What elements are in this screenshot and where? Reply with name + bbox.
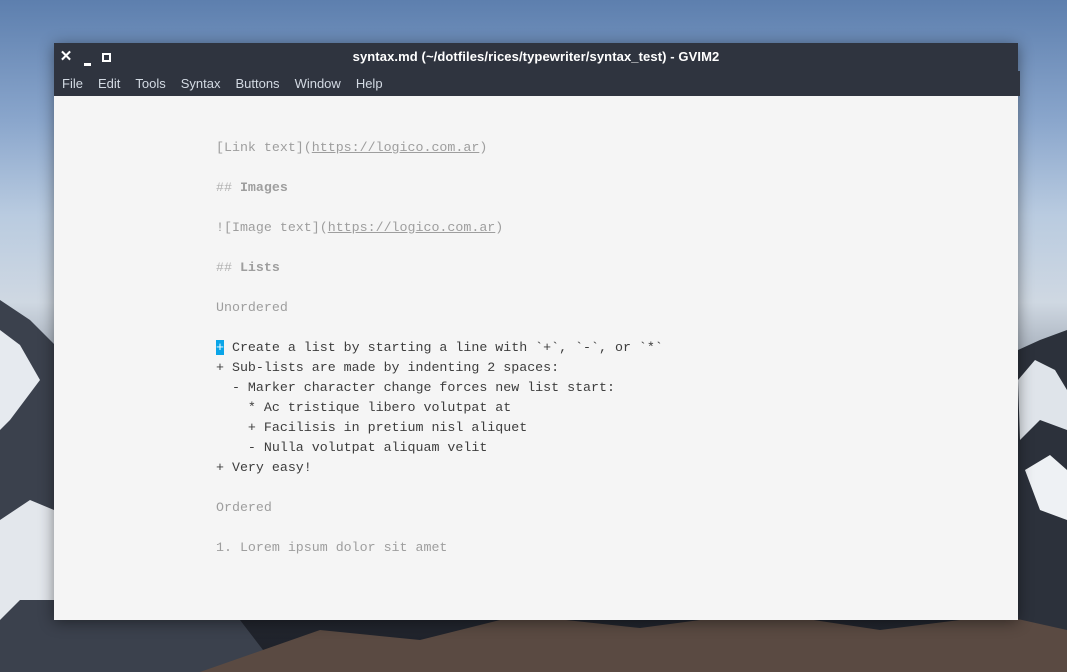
title-bar[interactable]: ✕ syntax.md (~/dotfiles/rices/typewriter… [54,43,1018,71]
image-text-open: ![Image text]( [216,220,328,235]
menu-file[interactable]: File [56,71,89,96]
menu-syntax[interactable]: Syntax [175,71,227,96]
link-url[interactable]: https://logico.com.ar [312,140,480,155]
heading-text: Lists [231,260,280,275]
image-url[interactable]: https://logico.com.ar [328,220,496,235]
ordered-label: Ordered [216,500,272,515]
list-line: + Create a list by starting a line with … [216,338,663,358]
list-line: + Sub-lists are made by indenting 2 spac… [216,360,560,375]
unordered-label: Unordered [216,300,288,315]
lists-heading: ## Lists [216,258,280,278]
images-heading: ## Images [216,178,288,198]
window-title: syntax.md (~/dotfiles/rices/typewriter/s… [352,49,720,64]
menu-window[interactable]: Window [289,71,347,96]
link-text-open: [Link text]( [216,140,312,155]
image-text-close: ) [495,220,504,235]
gvim-window: ✕ syntax.md (~/dotfiles/rices/typewriter… [54,43,1020,620]
list-line: - Marker character change forces new lis… [216,380,615,395]
text-editor[interactable]: [Link text](https://logico.com.ar) ## Im… [54,96,1018,620]
list-line: * Ac tristique libero volutpat at [216,400,512,415]
list-line: + Facilisis in pretium nisl aliquet [216,420,528,435]
ordered-list-line: 1. Lorem ipsum dolor sit amet [216,540,448,555]
list-line: + Very easy! [216,460,312,475]
menu-edit[interactable]: Edit [92,71,126,96]
link-text-close: ) [479,140,488,155]
menu-buffers[interactable]: Buttons [229,71,285,96]
menu-bar: File Edit Tools Syntax Buttons Window He… [54,71,1020,96]
link-line: [Link text](https://logico.com.ar) [216,138,487,158]
heading-hashes: ## [216,260,232,275]
text-cursor: + [216,340,224,355]
menu-tools[interactable]: Tools [129,71,171,96]
list-line: - Nulla volutpat aliquam velit [216,440,488,455]
menu-help[interactable]: Help [350,71,389,96]
heading-hashes: ## [216,180,232,195]
heading-text: Images [231,180,288,195]
list-line-text: Create a list by starting a line with `+… [223,340,663,355]
image-line: ![Image text](https://logico.com.ar) [216,218,503,238]
